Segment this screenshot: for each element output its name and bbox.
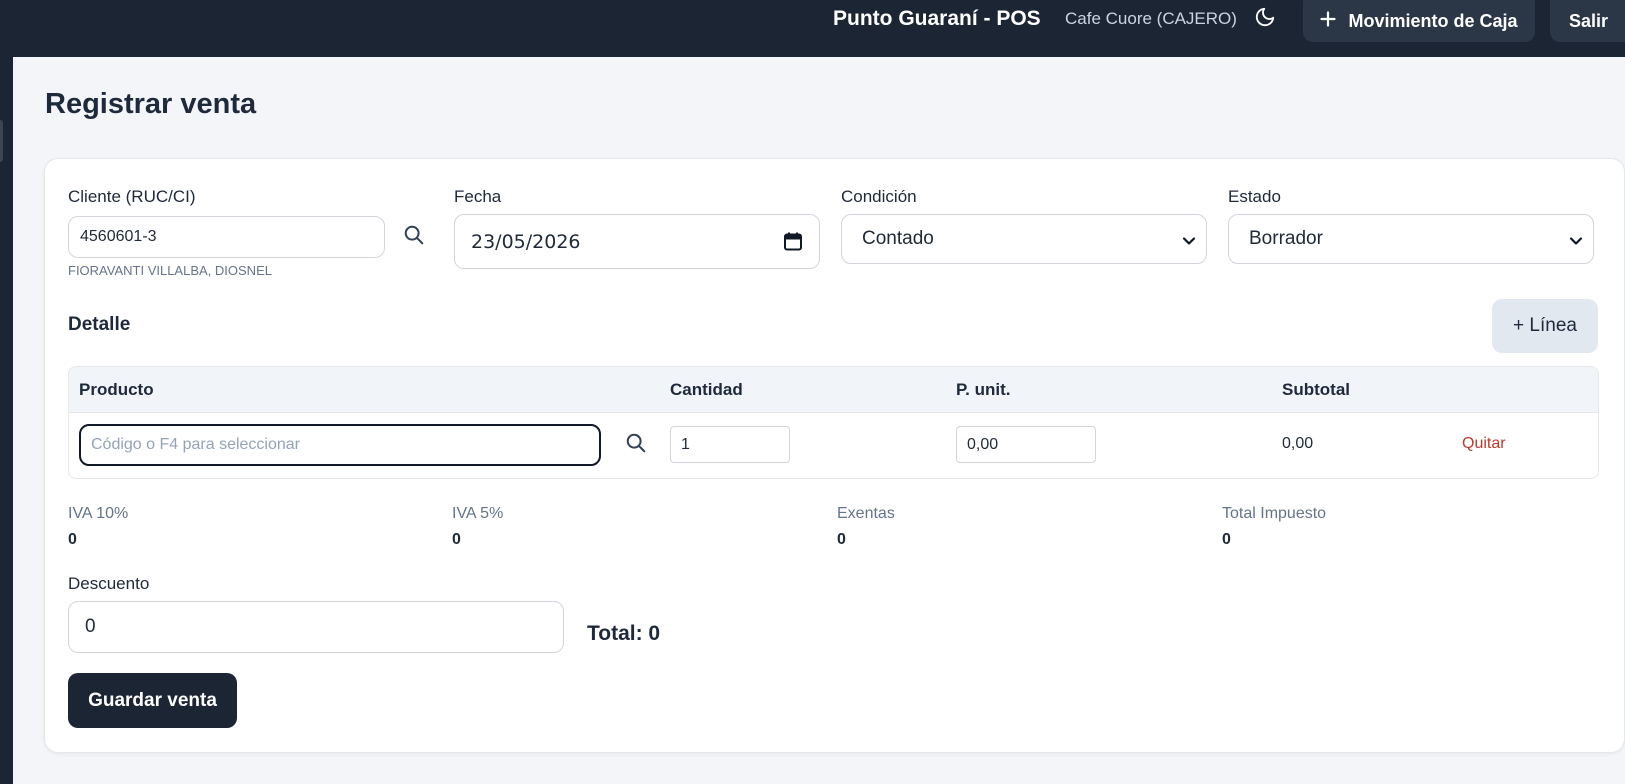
discount-input[interactable]: 0: [68, 601, 564, 653]
quantity-value: 1: [681, 435, 690, 453]
column-header-subtotal: Subtotal: [1282, 380, 1350, 399]
client-input-value: 4560601-3: [80, 228, 157, 245]
client-name: FIORAVANTI VILLALBA, DIOSNEL: [68, 263, 272, 278]
status-select-value: Borrador: [1249, 228, 1323, 249]
quantity-input[interactable]: 1: [670, 426, 790, 463]
product-search-button[interactable]: [621, 430, 651, 460]
logout-button[interactable]: Salir: [1550, 0, 1625, 42]
column-header-product: Producto: [79, 380, 154, 399]
search-icon: [403, 224, 425, 251]
date-label: Fecha: [454, 187, 502, 206]
sidebar-handle[interactable]: [0, 120, 3, 162]
table-header: Producto Cantidad P. unit. Subtotal: [69, 367, 1598, 413]
date-input[interactable]: 23/05/2026: [454, 214, 820, 269]
date-input-value: 23/05/2026: [471, 230, 581, 253]
detail-section-title: Detalle: [68, 314, 131, 335]
client-search-button[interactable]: [399, 222, 429, 252]
product-code-input[interactable]: Código o F4 para seleccionar: [79, 424, 601, 466]
column-header-unit-price: P. unit.: [956, 380, 1011, 399]
discount-label: Descuento: [68, 574, 150, 593]
add-line-button[interactable]: + Línea: [1492, 299, 1598, 353]
moon-icon: [1254, 6, 1276, 33]
page-title: Registrar venta: [45, 88, 257, 120]
product-code-placeholder: Código o F4 para seleccionar: [91, 436, 301, 453]
condition-select-value: Contado: [862, 228, 934, 249]
search-icon: [625, 432, 647, 459]
table-row: Código o F4 para seleccionar 1 0,00 0,00…: [69, 413, 1598, 478]
save-sale-button[interactable]: Guardar venta: [68, 673, 237, 728]
sale-form-card: Cliente (RUC/CI) 4560601-3 FIORAVANTI VI…: [44, 158, 1625, 753]
status-select[interactable]: Borrador: [1228, 214, 1594, 264]
total-tax-value: 0: [1222, 531, 1231, 548]
remove-line-button[interactable]: Quitar: [1462, 435, 1506, 453]
detail-table: Producto Cantidad P. unit. Subtotal Códi…: [68, 366, 1599, 479]
cash-movement-button[interactable]: Movimiento de Caja: [1303, 0, 1535, 42]
cash-movement-label: Movimiento de Caja: [1348, 10, 1518, 31]
column-header-quantity: Cantidad: [670, 380, 743, 399]
condition-label: Condición: [841, 187, 917, 206]
chevron-down-icon: [1569, 232, 1583, 254]
client-label: Cliente (RUC/CI): [68, 187, 196, 206]
discount-value: 0: [85, 616, 96, 637]
app-title: Punto Guaraní - POS: [833, 7, 1041, 30]
sale-total: Total: 0: [587, 622, 661, 645]
sidebar-strip: [0, 57, 13, 784]
client-input[interactable]: 4560601-3: [68, 216, 385, 258]
top-navbar: Punto Guaraní - POS Cafe Cuore (CAJERO) …: [0, 0, 1625, 57]
exentas-value: 0: [837, 531, 846, 548]
status-label: Estado: [1228, 187, 1281, 206]
total-tax-label: Total Impuesto: [1222, 505, 1327, 522]
unit-price-input[interactable]: 0,00: [956, 426, 1096, 463]
iva10-label: IVA 10%: [68, 505, 129, 522]
exentas-label: Exentas: [837, 505, 895, 522]
iva5-value: 0: [452, 531, 461, 548]
iva5-label: IVA 5%: [452, 505, 504, 522]
current-user: Cafe Cuore (CAJERO): [1065, 9, 1237, 28]
plus-icon: [1320, 10, 1337, 32]
iva10-value: 0: [68, 531, 77, 548]
theme-toggle-button[interactable]: [1252, 5, 1278, 33]
chevron-down-icon: [1182, 232, 1196, 254]
condition-select[interactable]: Contado: [841, 214, 1207, 264]
row-subtotal: 0,00: [1282, 435, 1314, 452]
unit-price-value: 0,00: [967, 435, 999, 453]
calendar-icon[interactable]: [783, 231, 803, 256]
